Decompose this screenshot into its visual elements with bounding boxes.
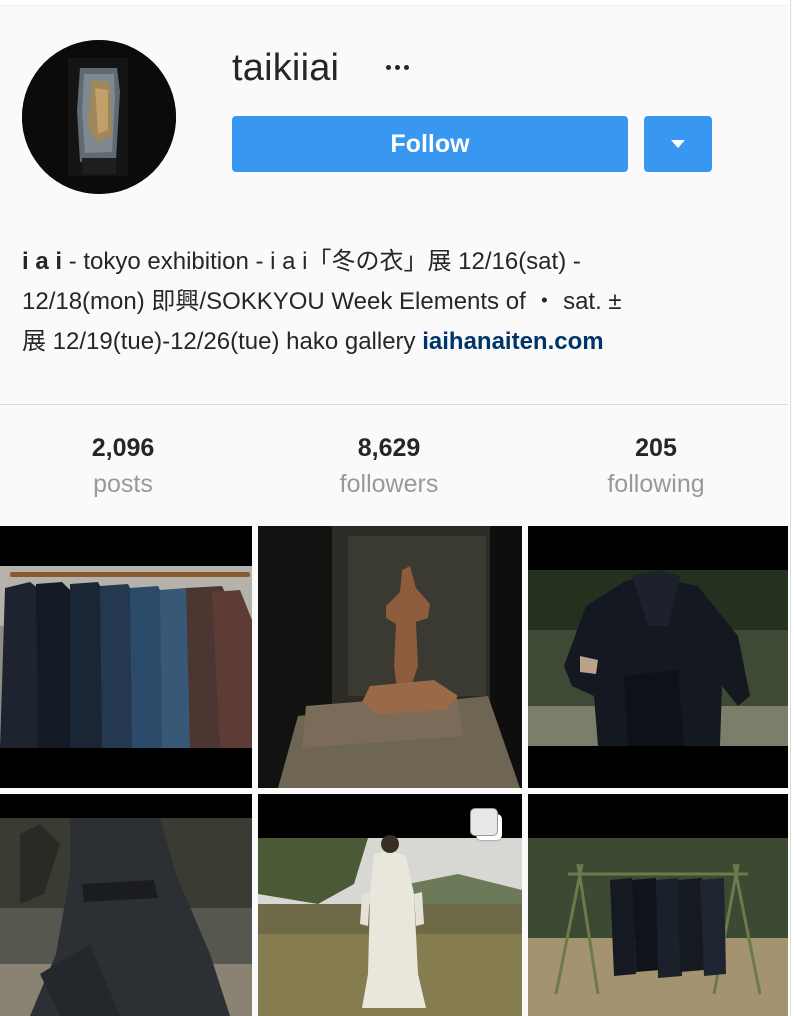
window-edge-line xyxy=(790,0,791,1016)
profile-avatar[interactable] xyxy=(22,40,176,194)
post-tile-clay-figure[interactable] xyxy=(258,526,522,788)
post-image xyxy=(0,794,252,1016)
following-count: 205 xyxy=(635,434,677,462)
post-tile-jackets[interactable] xyxy=(0,526,252,788)
post-tile-dark-dress[interactable] xyxy=(0,794,252,1016)
bio-line-1: i a i - tokyo exhibition - i a i「冬の衣」展 1… xyxy=(22,242,762,282)
stats-divider xyxy=(0,404,788,405)
multiple-posts-icon xyxy=(470,808,506,844)
followers-count: 8,629 xyxy=(357,434,421,462)
chevron-down-icon xyxy=(671,140,685,148)
website-link[interactable]: iaihanaiten.com xyxy=(422,328,603,355)
more-dot xyxy=(385,64,391,70)
post-tile-dark-coat[interactable] xyxy=(528,526,788,788)
stat-following[interactable]: 205 following xyxy=(556,430,756,502)
profile-username: taikiiai xyxy=(232,47,340,89)
stat-followers[interactable]: 8,629 followers xyxy=(289,430,489,502)
suggestions-dropdown-button[interactable] xyxy=(644,116,712,172)
bio-text: 展 12/19(tue)-12/26(tue) hako gallery xyxy=(22,328,423,355)
bio-text: - tokyo exhibition - i a i「冬の衣」展 12/16(s… xyxy=(62,248,581,275)
bio-full-name: i a i xyxy=(22,248,63,275)
profile-page: taikiiai Follow i a i - tokyo exhibition… xyxy=(0,0,788,1016)
follow-button[interactable]: Follow xyxy=(232,116,628,172)
post-image xyxy=(0,526,252,788)
post-image xyxy=(528,794,788,1016)
followers-label: followers xyxy=(339,470,439,498)
posts-count: 2,096 xyxy=(91,434,155,462)
profile-bio: i a i - tokyo exhibition - i a i「冬の衣」展 1… xyxy=(22,242,762,362)
window-edge xyxy=(788,0,794,1016)
bio-line-2: 12/18(mon) 即興/SOKKYOU Week Elements of ・… xyxy=(22,288,622,315)
post-image xyxy=(258,526,522,788)
following-label: following xyxy=(607,470,705,498)
more-options-icon[interactable] xyxy=(380,50,414,84)
avatar-image xyxy=(22,40,176,194)
more-dot xyxy=(394,64,400,70)
multi-icon-front xyxy=(470,808,498,836)
post-tile-clothes-on-poles[interactable] xyxy=(528,794,788,1016)
bio-line-3: 展 12/19(tue)-12/26(tue) hako gallery iai… xyxy=(22,322,762,362)
post-image xyxy=(528,526,788,788)
more-dot xyxy=(403,64,409,70)
top-divider xyxy=(0,0,788,6)
posts-label: posts xyxy=(93,470,153,498)
stat-posts: 2,096 posts xyxy=(23,430,223,502)
